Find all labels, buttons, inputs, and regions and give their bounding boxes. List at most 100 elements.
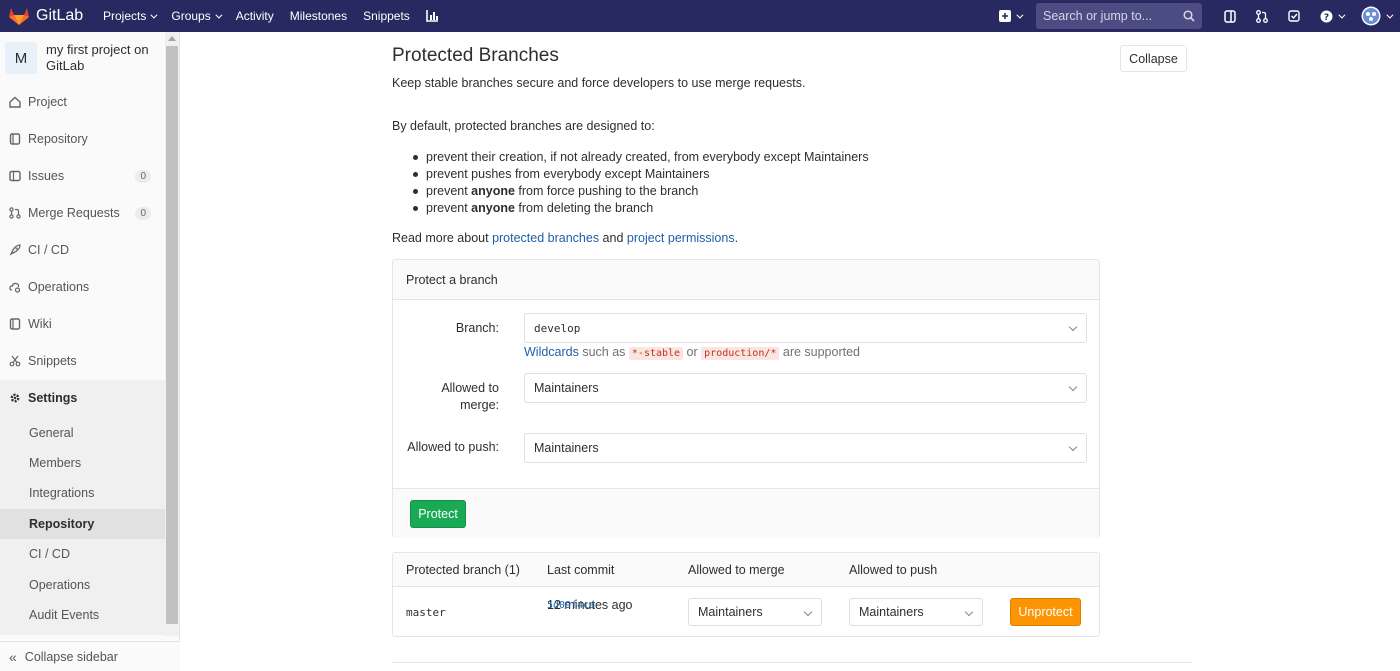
help-dropdown[interactable]: ?	[1310, 0, 1352, 32]
intro-text: By default, protected branches are desig…	[392, 119, 655, 133]
sidebar-item-ci-cd[interactable]: CI / CD	[0, 235, 165, 265]
protect-button[interactable]: Protect	[410, 500, 466, 528]
project-permissions-link[interactable]: project permissions	[627, 231, 735, 245]
list-item-text: prevent	[426, 184, 472, 198]
brand-name: GitLab	[36, 7, 84, 24]
cloud-gear-icon	[9, 281, 21, 293]
project-context[interactable]: M my first project on GitLab	[5, 42, 165, 74]
sidebar-item-merge-requests[interactable]: Merge Requests 0	[0, 198, 165, 228]
allowed-to-push-value: Maintainers	[534, 441, 599, 455]
unprotect-button[interactable]: Unprotect	[1010, 598, 1081, 626]
section-divider	[392, 662, 1192, 663]
sidebar-scrollbar-thumb[interactable]	[166, 46, 178, 624]
sidebar-subitem-audit-events[interactable]: Audit Events	[0, 600, 165, 630]
code-snippet: production/*	[701, 347, 780, 360]
read-more-prefix: Read more about	[392, 231, 493, 245]
sidebar-subitem-members[interactable]: Members	[0, 448, 165, 478]
merge-request-icon	[9, 207, 21, 219]
row-push-value: Maintainers	[859, 605, 924, 619]
allowed-to-merge-label: Allowed to merge:	[441, 381, 499, 412]
list-item-emphasis: anyone	[471, 201, 515, 215]
sidebar-item-project[interactable]: Project	[0, 87, 165, 117]
search-input[interactable]: Search or jump to...	[1036, 3, 1202, 29]
collapse-sidebar-button[interactable]: « Collapse sidebar	[0, 641, 180, 671]
row-allowed-to-merge-select[interactable]: Maintainers	[688, 598, 822, 626]
help-text: are supported	[779, 345, 860, 359]
allowed-to-merge-value: Maintainers	[534, 381, 599, 395]
top-navbar: GitLab Projects Groups Activity Mileston…	[0, 0, 1400, 32]
chevron-down-icon	[1337, 11, 1345, 19]
nav-chart[interactable]	[418, 0, 447, 32]
nav-projects[interactable]: Projects	[95, 0, 163, 32]
sidebar-subitem-label: Members	[29, 456, 82, 470]
new-item-dropdown[interactable]	[994, 0, 1026, 32]
sidebar-item-issues[interactable]: Issues 0	[0, 161, 165, 191]
chevron-down-icon	[1068, 322, 1078, 332]
sidebar-subitem-ci-cd[interactable]: CI / CD	[0, 539, 165, 569]
chevron-down-icon	[964, 607, 974, 617]
search-icon	[1183, 10, 1195, 22]
project-name: my first project on GitLab	[46, 42, 149, 73]
protected-branches-link[interactable]: protected branches	[492, 231, 599, 245]
sidebar-subitem-general[interactable]: General	[0, 418, 165, 448]
allowed-to-push-label: Allowed to push:	[407, 440, 499, 454]
sidebar-item-label: Project	[28, 95, 67, 109]
list-item-text: from force pushing to the branch	[514, 184, 699, 198]
nav-snippets[interactable]: Snippets	[355, 0, 418, 32]
nav-projects-label: Projects	[103, 9, 147, 23]
issues-icon	[9, 170, 21, 182]
sidebar-subitem-label: CI / CD	[29, 547, 70, 561]
nav-milestones[interactable]: Milestones	[282, 0, 355, 32]
section-description: Keep stable branches secure and force de…	[392, 76, 806, 90]
double-chevron-left-icon: «	[9, 648, 17, 665]
book-icon	[9, 133, 21, 145]
allowed-to-push-select[interactable]: Maintainers	[524, 433, 1087, 463]
code-snippet: *-stable	[628, 347, 684, 360]
branch-name: master	[406, 606, 446, 619]
sidebar-subitem-label: Integrations	[29, 486, 95, 500]
checklist-icon	[1288, 10, 1300, 22]
todos-button[interactable]	[1278, 0, 1310, 32]
todos-panel-button[interactable]	[1214, 0, 1246, 32]
sidebar-item-repository[interactable]: Repository	[0, 124, 165, 154]
nav-groups[interactable]: Groups	[163, 0, 227, 32]
nav-groups-label: Groups	[171, 9, 211, 23]
sidebar-subitem-integrations[interactable]: Integrations	[0, 478, 165, 508]
branch-select[interactable]: develop	[524, 313, 1087, 343]
nav-activity[interactable]: Activity	[228, 0, 282, 32]
merge-requests-count-badge: 0	[135, 206, 151, 220]
collapse-button[interactable]: Collapse	[1120, 45, 1187, 72]
read-more-suffix: .	[734, 231, 739, 245]
user-menu-dropdown[interactable]	[1352, 0, 1400, 32]
sidebar-item-operations[interactable]: Operations	[0, 272, 165, 302]
protect-branch-form: Protect a branch Branch: develop Wildcar…	[392, 259, 1100, 538]
sidebar-subitem-operations[interactable]: Operations	[0, 570, 165, 600]
sidebar-item-snippets[interactable]: Snippets	[0, 346, 165, 376]
sidebar-subitem-label: Audit Events	[29, 608, 100, 622]
sidebar-item-label: CI / CD	[28, 243, 69, 257]
wildcards-link[interactable]: Wildcards	[524, 345, 579, 359]
list-item: prevent anyone from force pushing to the…	[412, 183, 869, 200]
column-header: Protected branch (1)	[406, 563, 520, 577]
chevron-down-icon	[215, 11, 223, 19]
rocket-icon	[9, 244, 21, 256]
search-placeholder: Search or jump to...	[1043, 9, 1153, 23]
merge-requests-button[interactable]	[1246, 0, 1278, 32]
row-allowed-to-push-select[interactable]: Maintainers	[849, 598, 983, 626]
help-text: such as	[578, 345, 629, 359]
sidebar-item-label: Repository	[28, 132, 88, 146]
sidebar-item-wiki[interactable]: Wiki	[0, 309, 165, 339]
scroll-up-arrow-icon[interactable]	[168, 36, 176, 41]
sidebar-item-label: Issues	[28, 169, 65, 183]
form-actions: Protect	[393, 488, 1099, 538]
allowed-to-merge-select[interactable]: Maintainers	[524, 373, 1087, 403]
commit-sha-link[interactable]: 5d09f4ca	[547, 597, 595, 614]
sidebar-item-label: Merge Requests	[28, 206, 120, 220]
sidebar-item-label: Wiki	[28, 317, 52, 331]
sidebar-item-settings[interactable]: Settings	[0, 383, 165, 413]
table-row: master 5d09f4ca 12 minutes ago Maintaine…	[393, 587, 1099, 637]
sidebar-item-label: Snippets	[28, 354, 77, 368]
read-more-text: Read more about protected branches and p…	[392, 231, 738, 245]
gitlab-home-link[interactable]: GitLab	[0, 0, 95, 32]
sidebar-subitem-repository[interactable]: Repository	[0, 509, 165, 539]
